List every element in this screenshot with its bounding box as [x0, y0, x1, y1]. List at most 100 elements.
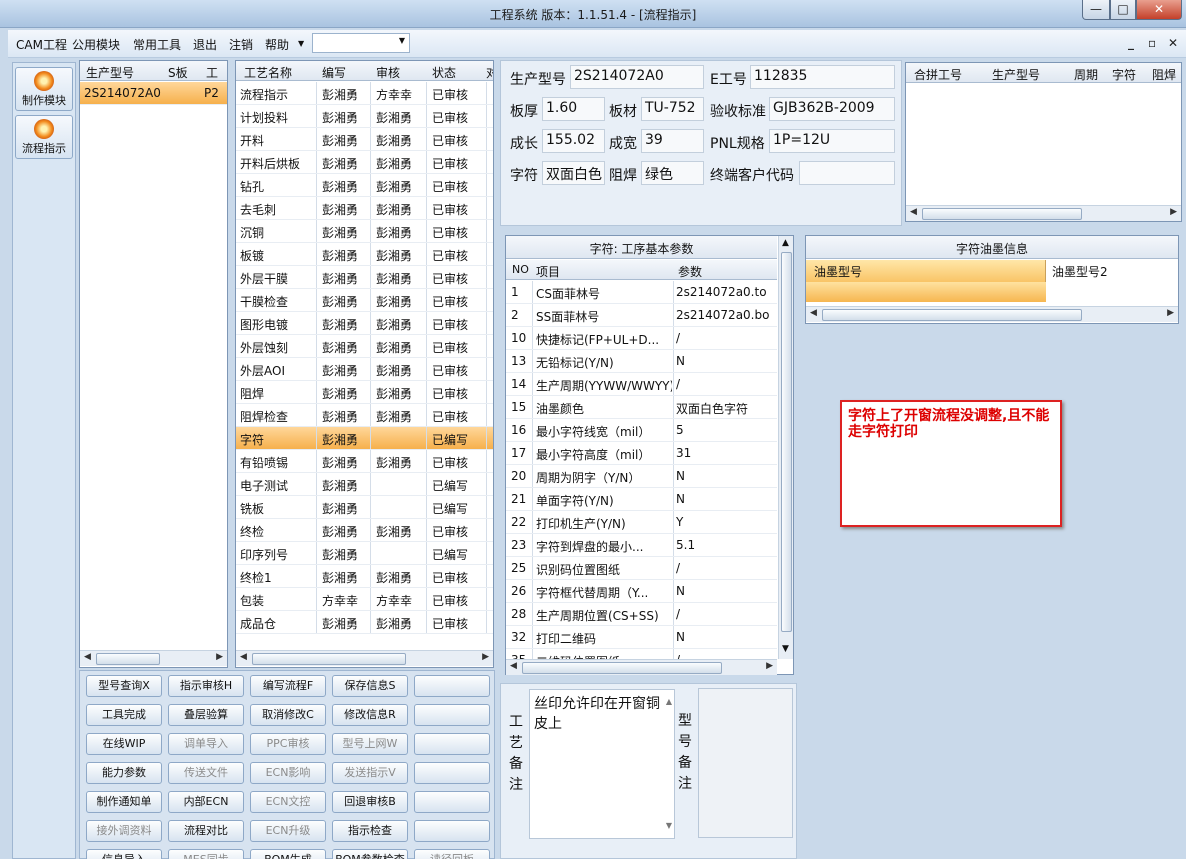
param-row[interactable]: 21 单面字符(Y/N) N — [506, 488, 777, 511]
col-s-board[interactable]: S板 — [168, 64, 188, 81]
col-merge-char[interactable]: 字符 — [1112, 66, 1136, 83]
param-row[interactable]: 22 打印机生产(Y/N) Y — [506, 511, 777, 534]
col-author[interactable]: 编写 — [322, 64, 346, 81]
action-button[interactable]: 能力参数 — [86, 762, 162, 784]
action-button[interactable]: 型号查询X — [86, 675, 162, 697]
action-button[interactable]: ECN升级 — [250, 820, 326, 842]
process-row[interactable]: 电子测试 彭湘勇 已编写 — [236, 473, 493, 496]
thickness-field[interactable]: 1.60 — [542, 97, 605, 121]
action-button[interactable]: 工具完成 — [86, 704, 162, 726]
action-button[interactable]: PPC审核 — [250, 733, 326, 755]
menu-combo-box[interactable]: ▼ — [312, 33, 410, 53]
action-button[interactable]: ECN影响 — [250, 762, 326, 784]
process-remark-field[interactable]: 丝印允许印在开窗铜皮上 ▲ ▼ — [529, 689, 675, 839]
param-row[interactable]: 28 生产周期位置(CS+SS) / — [506, 603, 777, 626]
process-row[interactable]: 计划投料 彭湘勇 彭湘勇 已审核 — [236, 105, 493, 128]
action-button[interactable] — [414, 675, 490, 697]
width-field[interactable]: 39 — [641, 129, 704, 153]
action-button[interactable]: 型号上网W — [332, 733, 408, 755]
param-row[interactable]: 14 生产周期(YYWW/WWYY) / — [506, 373, 777, 396]
merge-grid-hscroll[interactable]: ◀ ▶ — [906, 205, 1181, 221]
process-row[interactable]: 钻孔 彭湘勇 彭湘勇 已审核 — [236, 174, 493, 197]
close-button[interactable]: ✕ — [1136, 0, 1182, 20]
process-row[interactable]: 成品仓 彭湘勇 彭湘勇 已审核 — [236, 611, 493, 634]
ink-grid-hscroll[interactable]: ◀ ▶ — [806, 306, 1178, 322]
action-button[interactable]: 编写流程F — [250, 675, 326, 697]
param-row[interactable]: 15 油墨颜色 双面白色字符 — [506, 396, 777, 419]
col-merge-mask[interactable]: 阻焊 — [1152, 66, 1176, 83]
action-button[interactable]: 传送文件 — [168, 762, 244, 784]
process-row[interactable]: 阻焊检查 彭湘勇 彭湘勇 已审核 — [236, 404, 493, 427]
model-row[interactable]: 2S214072A0 P2 — [80, 82, 227, 105]
action-button[interactable]: 修改信息R — [332, 704, 408, 726]
action-button[interactable]: 指示检查 — [332, 820, 408, 842]
action-button[interactable] — [414, 704, 490, 726]
process-list-hscroll[interactable]: ◀ ▶ — [236, 650, 493, 666]
material-field[interactable]: TU-752 — [641, 97, 704, 121]
process-row[interactable]: 外层蚀刻 彭湘勇 彭湘勇 已审核 — [236, 335, 493, 358]
col-ink-model[interactable]: 油墨型号 — [814, 263, 862, 280]
process-instruction-button[interactable]: 流程指示 — [15, 115, 73, 159]
process-row[interactable]: 开料后烘板 彭湘勇 彭湘勇 已审核 — [236, 151, 493, 174]
action-button[interactable]: 制作通知单 — [86, 791, 162, 813]
action-button[interactable]: 回退审核B — [332, 791, 408, 813]
col-merge-no[interactable]: 合拼工号 — [914, 66, 962, 83]
pnl-field[interactable]: 1P=12U — [769, 129, 895, 153]
process-row[interactable]: 去毛刺 彭湘勇 彭湘勇 已审核 — [236, 197, 493, 220]
menu-logout[interactable]: 注销 — [229, 36, 253, 53]
menu-exit[interactable]: 退出 — [193, 36, 217, 53]
col-param[interactable]: 参数 — [678, 263, 702, 280]
mdi-close-button[interactable]: ✕ — [1168, 36, 1178, 50]
action-button[interactable]: 保存信息S — [332, 675, 408, 697]
col-ink-model-2[interactable]: 油墨型号2 — [1052, 263, 1108, 280]
col-status[interactable]: 状态 — [432, 64, 456, 81]
col-no[interactable]: NO — [512, 263, 529, 276]
col-item[interactable]: 项目 — [536, 263, 560, 280]
menu-help[interactable]: 帮助 — [265, 36, 289, 53]
action-button[interactable] — [414, 733, 490, 755]
action-button[interactable]: 信息导入 — [86, 849, 162, 859]
minimize-button[interactable]: — — [1082, 0, 1110, 20]
process-row[interactable]: 包装 方幸幸 方幸幸 已审核 — [236, 588, 493, 611]
character-field[interactable]: 双面白色 — [542, 161, 605, 185]
process-row[interactable]: 外层干膜 彭湘勇 彭湘勇 已审核 — [236, 266, 493, 289]
col-reviewer[interactable]: 审核 — [376, 64, 400, 81]
model-remark-field[interactable] — [698, 688, 793, 838]
action-button[interactable]: BOM生成 — [250, 849, 326, 859]
standard-field[interactable]: GJB362B-2009 — [769, 97, 895, 121]
process-row[interactable]: 图形电镀 彭湘勇 彭湘勇 已审核 — [236, 312, 493, 335]
process-row[interactable]: 开料 彭湘勇 彭湘勇 已审核 — [236, 128, 493, 151]
process-row[interactable]: 铣板 彭湘勇 已编写 — [236, 496, 493, 519]
mdi-minimize-button[interactable]: _ — [1128, 36, 1134, 50]
param-row[interactable]: 26 字符框代替周期（Y... N — [506, 580, 777, 603]
menu-common-tools[interactable]: 常用工具 — [133, 36, 181, 53]
param-row[interactable]: 2 SS面菲林号 2s214072a0.bo — [506, 304, 777, 327]
process-row[interactable]: 外层AOI 彭湘勇 彭湘勇 已审核 — [236, 358, 493, 381]
param-row[interactable]: 20 周期为阴字（Y/N） N — [506, 465, 777, 488]
length-field[interactable]: 155.02 — [542, 129, 605, 153]
param-row[interactable]: 25 识别码位置图纸 / — [506, 557, 777, 580]
action-button[interactable]: 读径回板 — [414, 849, 490, 859]
action-button[interactable] — [414, 791, 490, 813]
eng-number-field[interactable]: 112835 — [750, 65, 895, 89]
process-row[interactable]: 终检1 彭湘勇 彭湘勇 已审核 — [236, 565, 493, 588]
action-button[interactable]: 调单导入 — [168, 733, 244, 755]
param-row[interactable]: 17 最小字符高度（mil） 31 — [506, 442, 777, 465]
action-button[interactable]: 接外调资料 — [86, 820, 162, 842]
action-button[interactable] — [414, 820, 490, 842]
process-row[interactable]: 阻焊 彭湘勇 彭湘勇 已审核 — [236, 381, 493, 404]
mdi-restore-button[interactable]: ▫ — [1148, 36, 1156, 50]
action-button[interactable]: 发送指示V — [332, 762, 408, 784]
help-dropdown-icon[interactable]: ▼ — [298, 39, 304, 48]
model-field[interactable]: 2S214072A0 — [570, 65, 704, 89]
menu-cam[interactable]: CAM工程 — [16, 36, 67, 53]
process-row[interactable]: 字符 彭湘勇 已编写 — [236, 427, 493, 450]
col-merge-period[interactable]: 周期 — [1074, 66, 1098, 83]
maximize-button[interactable]: □ — [1110, 0, 1136, 20]
action-button[interactable]: ECN文控 — [250, 791, 326, 813]
soldermask-field[interactable]: 绿色 — [641, 161, 704, 185]
col-model[interactable]: 生产型号 — [86, 64, 134, 81]
action-button[interactable]: 流程对比 — [168, 820, 244, 842]
action-button[interactable]: 在线WIP — [86, 733, 162, 755]
param-row[interactable]: 23 字符到焊盘的最小... 5.1 — [506, 534, 777, 557]
